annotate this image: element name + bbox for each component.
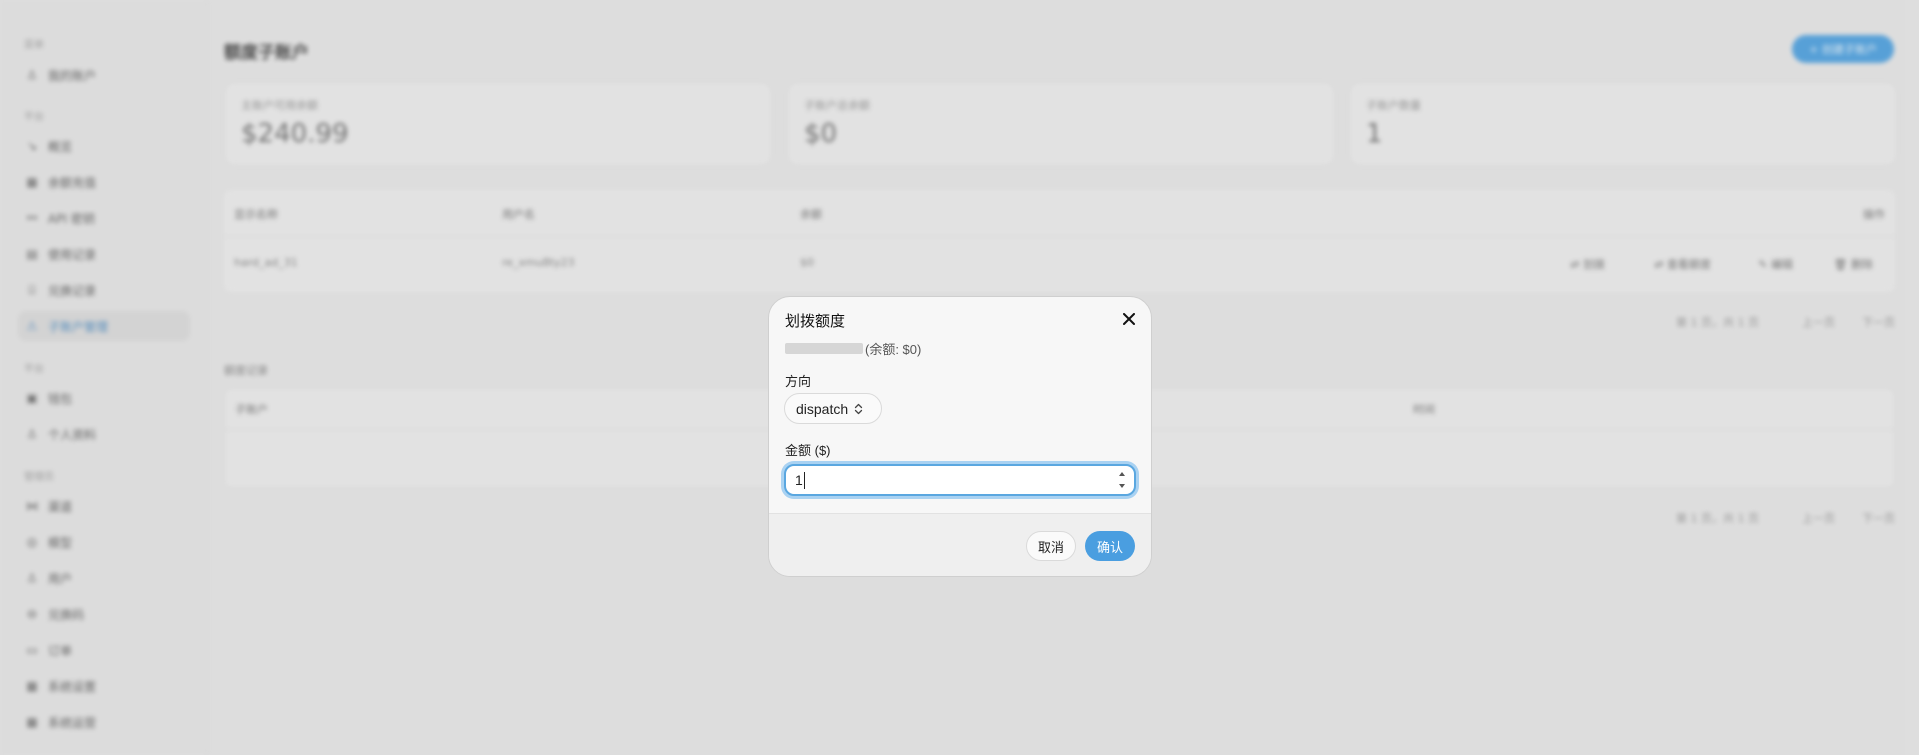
dialog-title: 划拨额度 — [785, 313, 846, 330]
confirm-button[interactable]: 确认 — [1085, 531, 1135, 561]
number-spinner[interactable] — [1117, 471, 1126, 489]
amount-input[interactable] — [795, 466, 1095, 494]
spin-up-icon[interactable] — [1118, 471, 1126, 477]
amount-label: 金额 ($) — [785, 443, 831, 458]
spin-down-icon[interactable] — [1118, 483, 1126, 489]
direction-value: dispatch — [796, 400, 849, 417]
account-balance-line: (余额: $0) — [785, 339, 921, 358]
close-icon — [1123, 313, 1135, 325]
amount-field[interactable] — [784, 464, 1136, 496]
transfer-quota-dialog: 划拨额度 (余额: $0) 方向 dispatch 金额 ($) 取消 确认 — [768, 296, 1152, 577]
dialog-footer: 取消 确认 — [769, 513, 1151, 576]
redacted-account-name — [785, 343, 863, 354]
chevron-updown-icon — [855, 403, 863, 414]
cancel-button[interactable]: 取消 — [1026, 531, 1076, 561]
text-caret — [804, 472, 805, 489]
direction-select[interactable]: dispatch — [784, 393, 882, 424]
balance-note: (余额: $0) — [865, 342, 922, 357]
direction-label: 方向 — [785, 374, 812, 389]
close-button[interactable] — [1119, 309, 1139, 329]
